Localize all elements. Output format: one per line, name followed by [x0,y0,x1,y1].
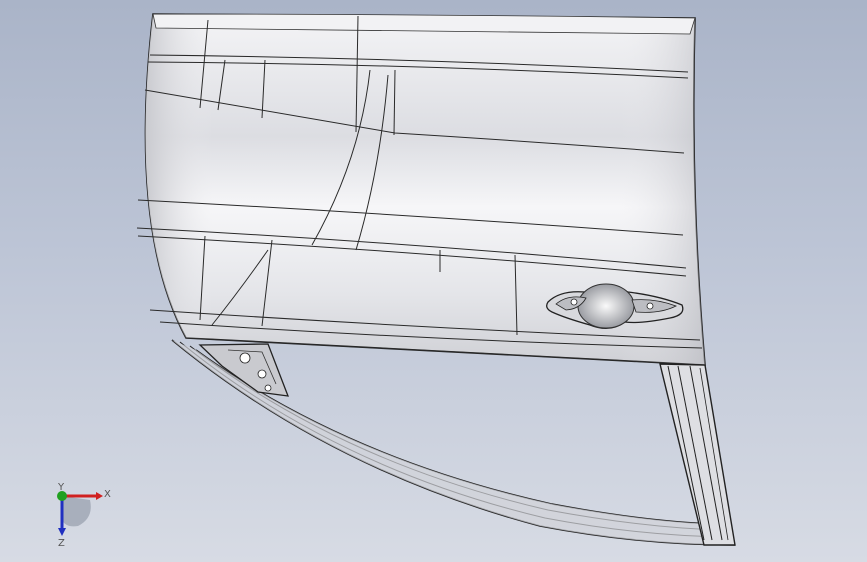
z-axis-label: Z [58,538,65,549]
y-axis-label: Y [57,482,65,493]
x-arrow-head [96,492,103,500]
x-axis-label: X [104,489,111,500]
graphics-viewport[interactable]: X Y Z [0,0,867,562]
door-model[interactable] [0,0,867,562]
triad-shadow [62,496,91,527]
orientation-triad[interactable]: X Y Z [40,480,120,550]
z-arrow-head [58,528,66,536]
